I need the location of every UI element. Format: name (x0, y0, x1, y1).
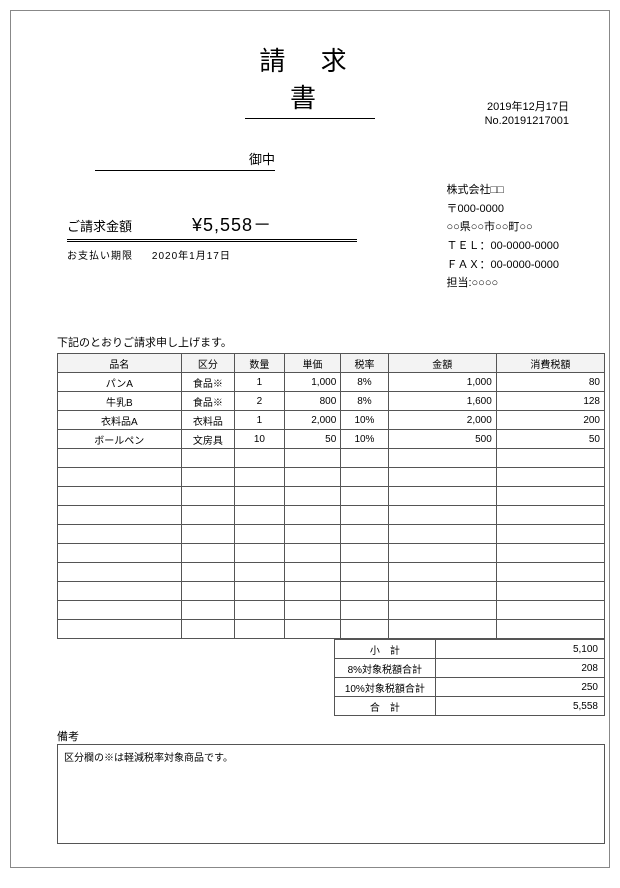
tax10-value: 250 (435, 678, 604, 697)
tax8-label: 8%対象税額合計 (335, 659, 436, 678)
col-qty: 数量 (235, 354, 284, 373)
invoice-page: 請 求 書 2019年12月17日 No.20191217001 御中 ご請求金… (10, 10, 610, 868)
addressee: 御中 (95, 149, 275, 171)
remarks-text: 区分欄の※は軽減税率対象商品です。 (64, 753, 233, 764)
sender-block: 株式会社□□ 〒000-0000 ○○県○○市○○町○○ ＴＥＬ：00-0000… (446, 181, 559, 293)
cell-rate: 8% (341, 392, 388, 411)
sender-company: 株式会社□□ (446, 181, 559, 200)
sender-postal: 〒000-0000 (446, 200, 559, 219)
table-row-empty (58, 506, 605, 525)
cell-unit: 800 (284, 392, 341, 411)
cell-type: 文房具 (181, 430, 235, 449)
payment-due-label: お支払い期限 (67, 251, 133, 262)
cell-tax: 128 (496, 392, 604, 411)
col-name: 品名 (58, 354, 182, 373)
sender-contact: 担当:○○○○ (446, 274, 559, 293)
col-unit: 単価 (284, 354, 341, 373)
cell-tax: 80 (496, 373, 604, 392)
cell-rate: 10% (341, 411, 388, 430)
billed-amount-label: ご請求金額 (67, 216, 132, 235)
table-row-empty (58, 487, 605, 506)
total-value: 5,558 (435, 697, 604, 716)
total-label: 合 計 (335, 697, 436, 716)
sender-fax: ＦＡＸ：00-0000-0000 (446, 256, 559, 275)
cell-amount: 2,000 (388, 411, 496, 430)
summary-total-row: 合 計 5,558 (335, 697, 605, 716)
items-table: 品名 区分 数量 単価 税率 金額 消費税額 パンA食品※11,0008%1,0… (57, 353, 605, 639)
table-row: パンA食品※11,0008%1,00080 (58, 373, 605, 392)
table-row-empty (58, 525, 605, 544)
invoice-number: No.20191217001 (485, 115, 569, 127)
cell-name: ボールペン (58, 430, 182, 449)
cell-rate: 8% (341, 373, 388, 392)
items-header-row: 品名 区分 数量 単価 税率 金額 消費税額 (58, 354, 605, 373)
billed-amount-value: ¥5,558－ (192, 211, 272, 237)
cell-qty: 1 (235, 373, 284, 392)
cell-tax: 200 (496, 411, 604, 430)
header-meta: 2019年12月17日 No.20191217001 (485, 97, 569, 128)
subtotal-value: 5,100 (435, 640, 604, 659)
cell-type: 衣料品 (181, 411, 235, 430)
col-type: 区分 (181, 354, 235, 373)
remarks-label: 備考 (57, 728, 585, 744)
cell-qty: 2 (235, 392, 284, 411)
col-amount: 金額 (388, 354, 496, 373)
cell-amount: 1,000 (388, 373, 496, 392)
table-row-empty (58, 620, 605, 639)
cell-type: 食品※ (181, 373, 235, 392)
cell-name: パンA (58, 373, 182, 392)
table-row-empty (58, 563, 605, 582)
summary-tax10-row: 10%対象税額合計 250 (335, 678, 605, 697)
cell-qty: 1 (235, 411, 284, 430)
remarks-box: 区分欄の※は軽減税率対象商品です。 (57, 744, 605, 844)
sender-address: ○○県○○市○○町○○ (446, 218, 559, 237)
cell-unit: 1,000 (284, 373, 341, 392)
preamble: 下記のとおりご請求申し上げます。 (57, 334, 585, 350)
table-row-empty (58, 449, 605, 468)
table-row: 牛乳B食品※28008%1,600128 (58, 392, 605, 411)
page-title: 請 求 書 (245, 41, 375, 119)
subtotal-label: 小 計 (335, 640, 436, 659)
cell-tax: 50 (496, 430, 604, 449)
summary-table: 小 計 5,100 8%対象税額合計 208 10%対象税額合計 250 合 計… (334, 639, 605, 716)
cell-name: 衣料品A (58, 411, 182, 430)
billed-amount-row: ご請求金額 ¥5,558－ (67, 211, 357, 242)
table-row-empty (58, 582, 605, 601)
tax10-label: 10%対象税額合計 (335, 678, 436, 697)
summary-tax8-row: 8%対象税額合計 208 (335, 659, 605, 678)
summary-subtotal-row: 小 計 5,100 (335, 640, 605, 659)
sender-tel: ＴＥＬ：00-0000-0000 (446, 237, 559, 256)
cell-unit: 50 (284, 430, 341, 449)
cell-amount: 500 (388, 430, 496, 449)
cell-amount: 1,600 (388, 392, 496, 411)
issue-date: 2019年12月17日 (485, 98, 569, 114)
cell-qty: 10 (235, 430, 284, 449)
table-row: 衣料品A衣料品12,00010%2,000200 (58, 411, 605, 430)
col-tax: 消費税額 (496, 354, 604, 373)
col-rate: 税率 (341, 354, 388, 373)
cell-rate: 10% (341, 430, 388, 449)
table-row: ボールペン文房具105010%50050 (58, 430, 605, 449)
table-row-empty (58, 544, 605, 563)
table-row-empty (58, 601, 605, 620)
cell-type: 食品※ (181, 392, 235, 411)
cell-unit: 2,000 (284, 411, 341, 430)
tax8-value: 208 (435, 659, 604, 678)
payment-due-value: 2020年1月17日 (152, 251, 231, 262)
table-row-empty (58, 468, 605, 487)
cell-name: 牛乳B (58, 392, 182, 411)
